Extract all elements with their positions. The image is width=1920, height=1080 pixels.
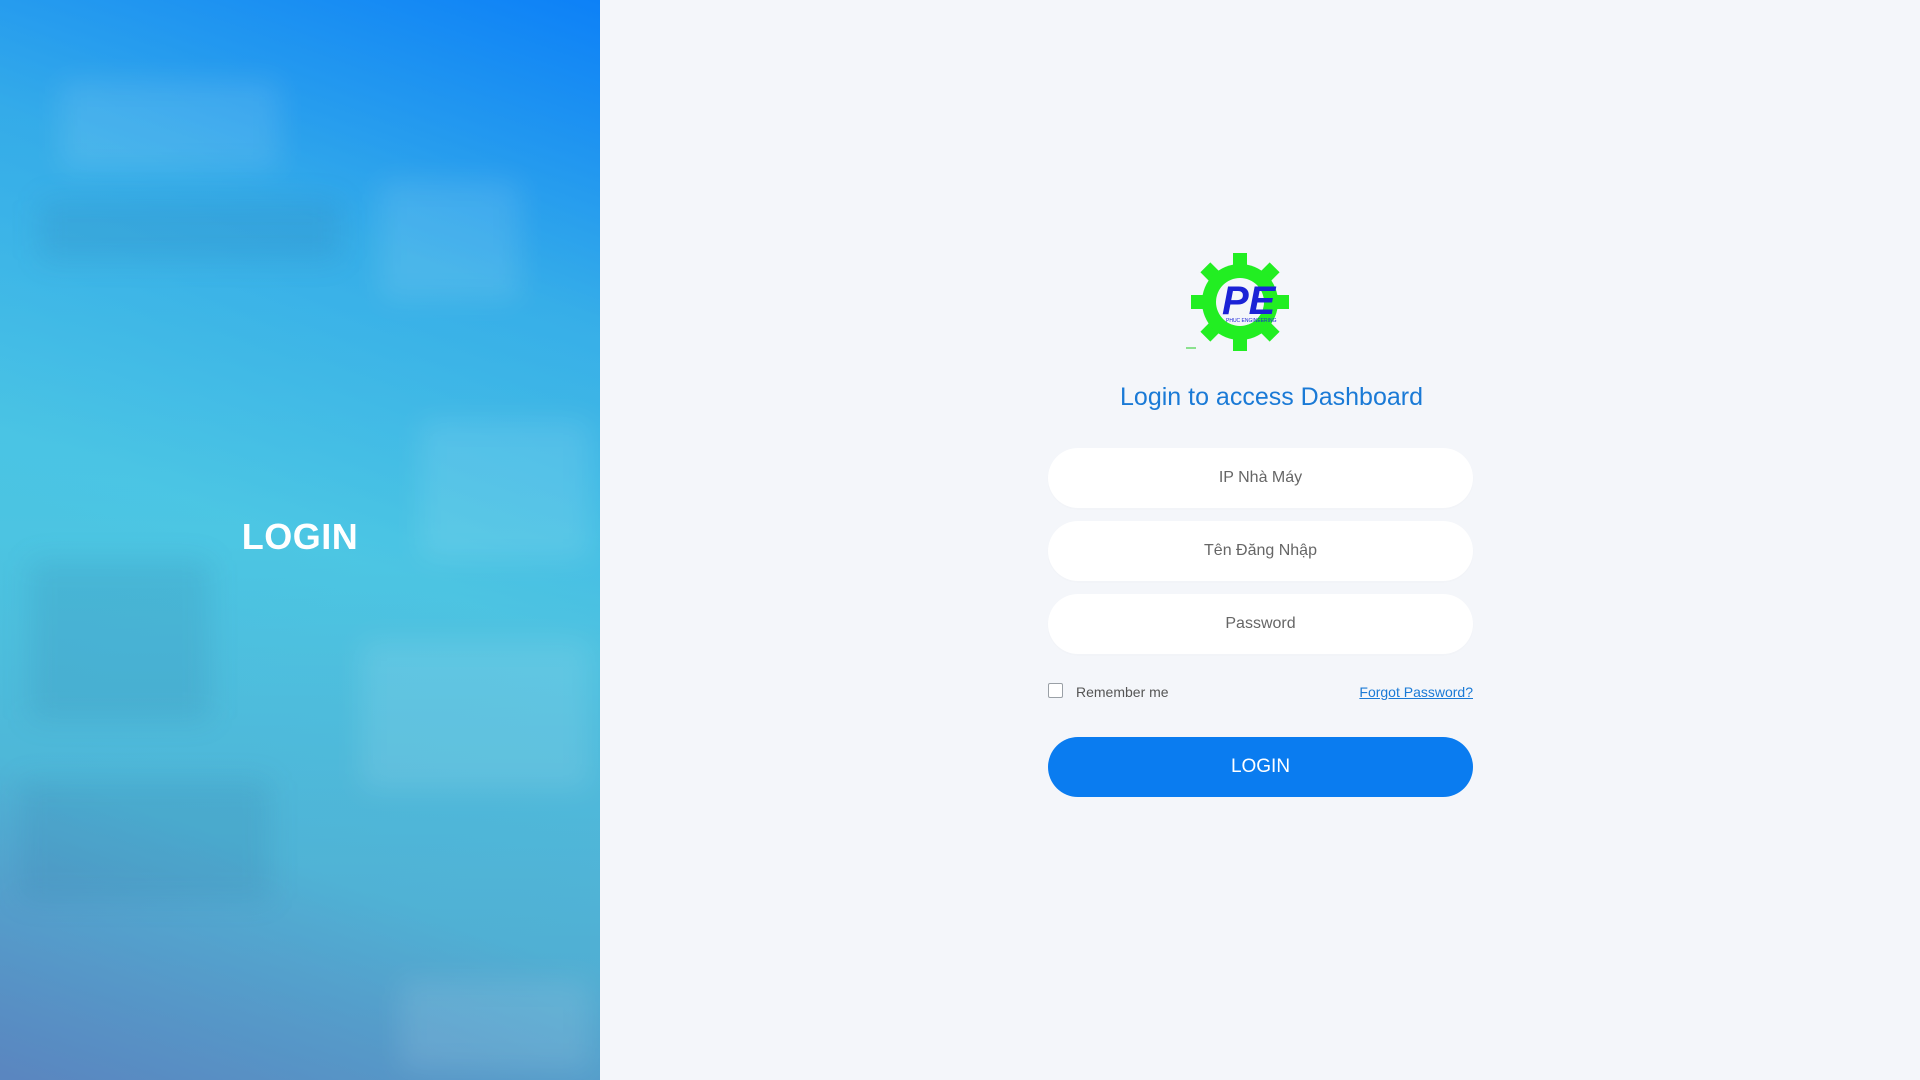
login-page: LOGIN PE PHUC ENGINEERING Login to acces… (0, 0, 1920, 1080)
remember-checkbox[interactable] (1048, 683, 1063, 698)
password-input[interactable] (1048, 594, 1473, 654)
background-blur (20, 780, 270, 900)
background-blur (400, 980, 590, 1070)
background-blur (30, 560, 210, 720)
page-title: Login to access Dashboard (1120, 383, 1423, 411)
company-logo: PE PHUC ENGINEERING (1186, 253, 1289, 351)
logo-subtext: PHUC ENGINEERING (1226, 318, 1277, 324)
forgot-password-link[interactable]: Forgot Password? (1359, 684, 1473, 700)
hero-panel: LOGIN (0, 0, 600, 1080)
logo-letters: PE (1222, 279, 1277, 323)
remember-row: Remember me Forgot Password? (1048, 683, 1473, 703)
hero-title: LOGIN (241, 516, 359, 557)
background-blur (380, 180, 520, 300)
background-blur (40, 200, 340, 260)
background-blur (60, 80, 280, 170)
login-button[interactable]: LOGIN (1048, 737, 1473, 797)
remember-label[interactable]: Remember me (1076, 684, 1169, 700)
username-input[interactable] (1048, 521, 1473, 581)
login-panel: PE PHUC ENGINEERING Login to access Dash… (600, 0, 1920, 1080)
background-blur (360, 640, 590, 790)
factory-ip-input[interactable] (1048, 448, 1473, 508)
